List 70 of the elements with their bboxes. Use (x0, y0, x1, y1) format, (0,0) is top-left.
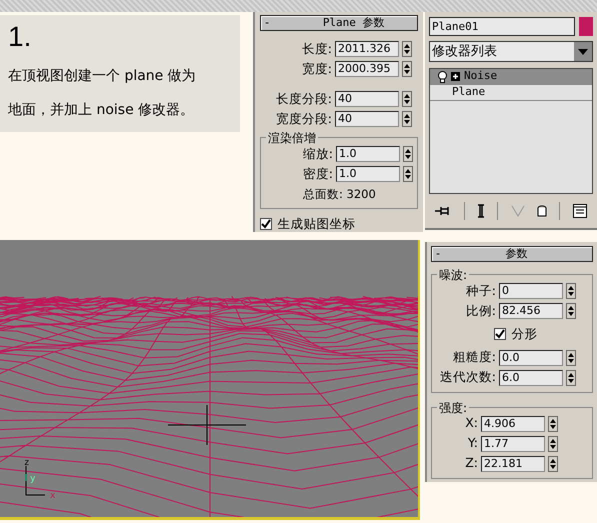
axis-label: z (24, 458, 30, 468)
light-bulb-icon[interactable] (438, 70, 447, 82)
number-field[interactable]: 40 (335, 111, 399, 127)
panel-title: 参数 (504, 247, 529, 261)
field-label: 迭代次数: (440, 368, 496, 386)
spinner-icon[interactable] (402, 91, 412, 107)
number-field[interactable]: 0 (499, 283, 563, 299)
number-field[interactable]: 1.0 (336, 166, 400, 182)
checkbox[interactable] (494, 328, 506, 340)
number-field[interactable]: 22.181 (481, 456, 545, 472)
object-name-field[interactable]: Plane01 (429, 17, 575, 36)
spinner-icon[interactable] (403, 166, 413, 182)
panel-title: Plane 参数 (322, 16, 386, 30)
spinner-icon[interactable] (566, 370, 576, 386)
axis-label: x (50, 491, 56, 501)
number-field[interactable]: 2011.326 (335, 41, 399, 57)
field-label: 长度: (302, 40, 332, 58)
spinner-icon[interactable] (548, 456, 558, 472)
group-title: 渲染倍增 (266, 129, 318, 147)
collapse-toggle[interactable]: - (432, 247, 442, 261)
modifier-stack-item[interactable]: Noise (430, 69, 592, 85)
field-label: 宽度分段: (276, 110, 332, 128)
configure-sets-icon[interactable] (572, 204, 587, 218)
number-field[interactable]: 1.77 (481, 436, 545, 452)
number-field[interactable]: 40 (335, 91, 399, 107)
show-end-result-icon[interactable] (476, 204, 485, 218)
total-faces-label: 总面数: 3200 (302, 186, 377, 203)
field-label: 比例: (466, 302, 496, 320)
modifier-stack-item[interactable]: Plane (430, 85, 592, 101)
step-instruction: 在顶视图创建一个 plane 做为地面，并加上 noise 修改器。 (8, 67, 197, 120)
field-label: 粗糙度: (452, 348, 496, 366)
field-label: 缩放: (302, 144, 333, 163)
field-label: X: (465, 414, 478, 432)
field-label: Z: (465, 454, 478, 472)
axis-tripod-drawing (25, 466, 45, 496)
field-label: 密度: (302, 164, 333, 183)
step-number: 1. (8, 21, 32, 53)
panel-title-bar[interactable]: - 参数 (431, 246, 593, 262)
spinner-icon[interactable] (548, 416, 558, 432)
spinner-icon[interactable] (402, 111, 412, 127)
field-label: Y: (468, 434, 478, 452)
axis-label: y (30, 474, 36, 484)
expand-icon[interactable] (451, 72, 460, 81)
pin-icon[interactable] (435, 205, 452, 217)
viewport[interactable]: z y x (0, 240, 420, 520)
number-field[interactable]: 1.0 (336, 146, 400, 162)
spinner-icon[interactable] (566, 303, 576, 319)
collapse-toggle[interactable]: - (261, 16, 270, 30)
field-label: 种子: (466, 282, 496, 300)
remove-modifier-icon[interactable] (537, 204, 548, 218)
number-field[interactable]: 4.906 (481, 416, 545, 432)
color-swatch[interactable] (579, 17, 593, 36)
spinner-icon[interactable] (566, 283, 576, 299)
number-field[interactable]: 0.0 (499, 350, 563, 366)
checkbox-label: 分形 (512, 325, 538, 343)
crosshair-icon (168, 405, 246, 445)
checkbox-label: 生成贴图坐标 (278, 215, 356, 232)
spinner-icon[interactable] (402, 61, 412, 77)
field-label: 长度分段: (276, 90, 332, 108)
checkbox[interactable] (260, 218, 272, 230)
spinner-icon[interactable] (566, 350, 576, 366)
spinner-icon[interactable] (402, 41, 412, 57)
spinner-icon[interactable] (403, 146, 413, 162)
number-field[interactable]: 82.456 (499, 303, 563, 319)
number-field[interactable]: 6.0 (499, 370, 563, 386)
field-label: 宽度: (302, 60, 332, 78)
panel-title-bar[interactable]: - Plane 参数 (260, 15, 418, 31)
number-field[interactable]: 2000.395 (335, 61, 399, 77)
modifier-list-dropdown[interactable]: 修改器列表 (429, 41, 593, 62)
spinner-icon[interactable] (548, 436, 558, 452)
